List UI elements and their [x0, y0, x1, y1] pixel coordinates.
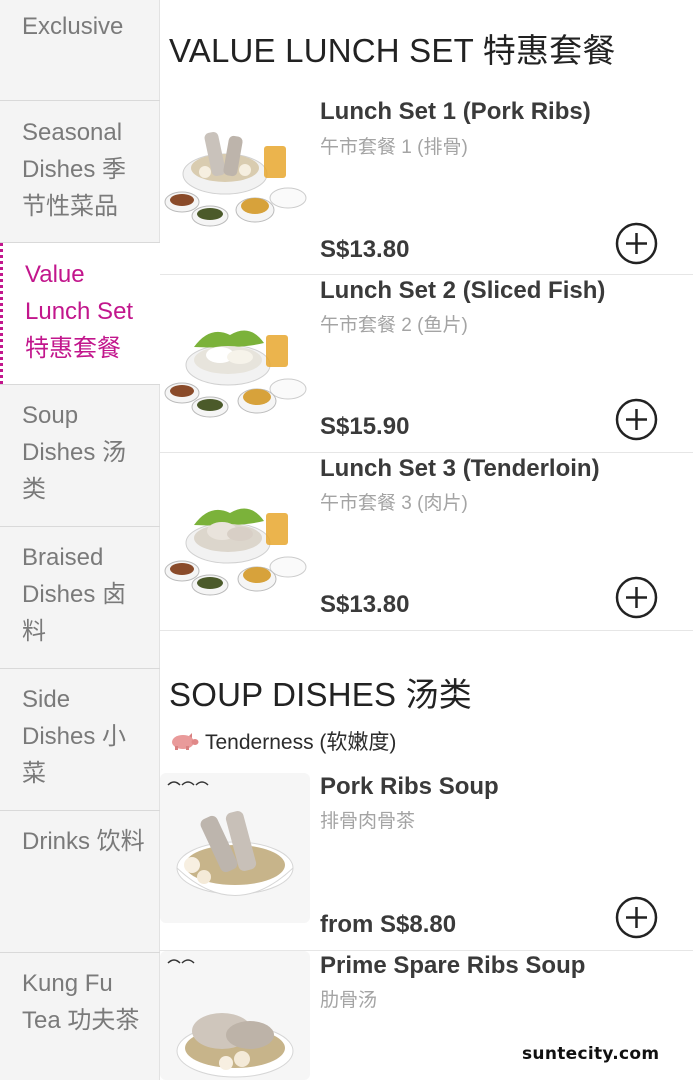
item-name: Lunch Set 3 (Tenderloin)	[320, 455, 600, 482]
section-title-value-lunch-set: VALUE LUNCH SET 特惠套餐	[169, 32, 616, 69]
item-name: Pork Ribs Soup	[320, 773, 499, 800]
add-icon[interactable]	[615, 398, 658, 441]
item-name: Lunch Set 2 (Sliced Fish)	[320, 277, 606, 304]
add-icon[interactable]	[615, 896, 658, 939]
item-chinese-name: 排骨肉骨茶	[320, 811, 416, 832]
item-name: Prime Spare Ribs Soup	[320, 952, 586, 979]
sidebar-item-value-lunch-set[interactable]: Value Lunch Set 特惠套餐	[0, 243, 160, 385]
sidebar-item-label: Kung Fu Tea 功夫茶	[22, 970, 140, 1034]
menu-item[interactable]: Lunch Set 2 (Sliced Fish) 午市套餐 2 (鱼片) S$…	[160, 275, 693, 453]
sidebar-item-side-dishes[interactable]: Side Dishes 小菜	[0, 669, 160, 811]
sidebar-item-label: Braised Dishes 卤料	[22, 544, 127, 645]
sidebar-item-seasonal-dishes[interactable]: Seasonal Dishes 季节性菜品	[0, 101, 160, 243]
menu-item[interactable]: Lunch Set 3 (Tenderloin) 午市套餐 3 (肉片) S$1…	[160, 453, 693, 631]
sidebar-item-label: Drinks 饮料	[22, 828, 145, 855]
pork-ribs-set-image	[164, 131, 307, 227]
item-chinese-name: 肋骨汤	[320, 990, 378, 1011]
sidebar-item-label: Side Dishes 小菜	[22, 686, 127, 787]
item-price: S$15.90	[320, 413, 410, 440]
add-icon[interactable]	[615, 222, 658, 265]
section-title-soup-dishes: SOUP DISHES 汤类	[169, 676, 472, 713]
category-sidebar: Exclusive Seasonal Dishes 季节性菜品 Value Lu…	[0, 0, 160, 1080]
menu-content: VALUE LUNCH SET 特惠套餐 Lunch Set 1 (Pork R…	[160, 0, 693, 1080]
prime-spare-ribs-soup-image	[160, 951, 310, 1080]
tenderness-legend: Tenderness (软嫩度)	[169, 726, 396, 756]
sidebar-item-label: Seasonal Dishes 季节性菜品	[22, 119, 127, 220]
sidebar-item-exclusive[interactable]: Exclusive	[0, 0, 160, 101]
tenderloin-set-image	[164, 508, 307, 596]
sliced-fish-set-image	[164, 330, 307, 418]
item-price: S$13.80	[320, 591, 410, 618]
tenderness-label: Tenderness (软嫩度)	[205, 731, 397, 754]
watermark: suntecity.com	[522, 1044, 660, 1064]
pig-icon	[172, 733, 199, 750]
item-chinese-name: 午市套餐 3 (肉片)	[320, 493, 468, 514]
sidebar-item-label: Soup Dishes 汤类	[22, 402, 127, 503]
sidebar-item-drinks[interactable]: Drinks 饮料	[0, 811, 160, 953]
sidebar-item-label: Exclusive	[22, 13, 124, 40]
menu-item[interactable]: Lunch Set 1 (Pork Ribs) 午市套餐 1 (排骨) S$13…	[160, 92, 693, 275]
sidebar-item-kung-fu-tea[interactable]: Kung Fu Tea 功夫茶	[0, 953, 160, 1080]
add-icon[interactable]	[615, 576, 658, 619]
menu-item[interactable]: Pork Ribs Soup 排骨肉骨茶 from S$8.80	[160, 773, 693, 951]
item-name: Lunch Set 1 (Pork Ribs)	[320, 98, 591, 125]
item-chinese-name: 午市套餐 2 (鱼片)	[320, 315, 468, 336]
sidebar-item-label: Value Lunch Set 特惠套餐	[25, 261, 134, 362]
sidebar-item-soup-dishes[interactable]: Soup Dishes 汤类	[0, 385, 160, 527]
item-price: from S$8.80	[320, 911, 457, 938]
item-price: S$13.80	[320, 236, 410, 263]
pork-ribs-soup-image	[160, 773, 310, 923]
sidebar-item-braised-dishes[interactable]: Braised Dishes 卤料	[0, 527, 160, 669]
item-chinese-name: 午市套餐 1 (排骨)	[320, 137, 468, 158]
